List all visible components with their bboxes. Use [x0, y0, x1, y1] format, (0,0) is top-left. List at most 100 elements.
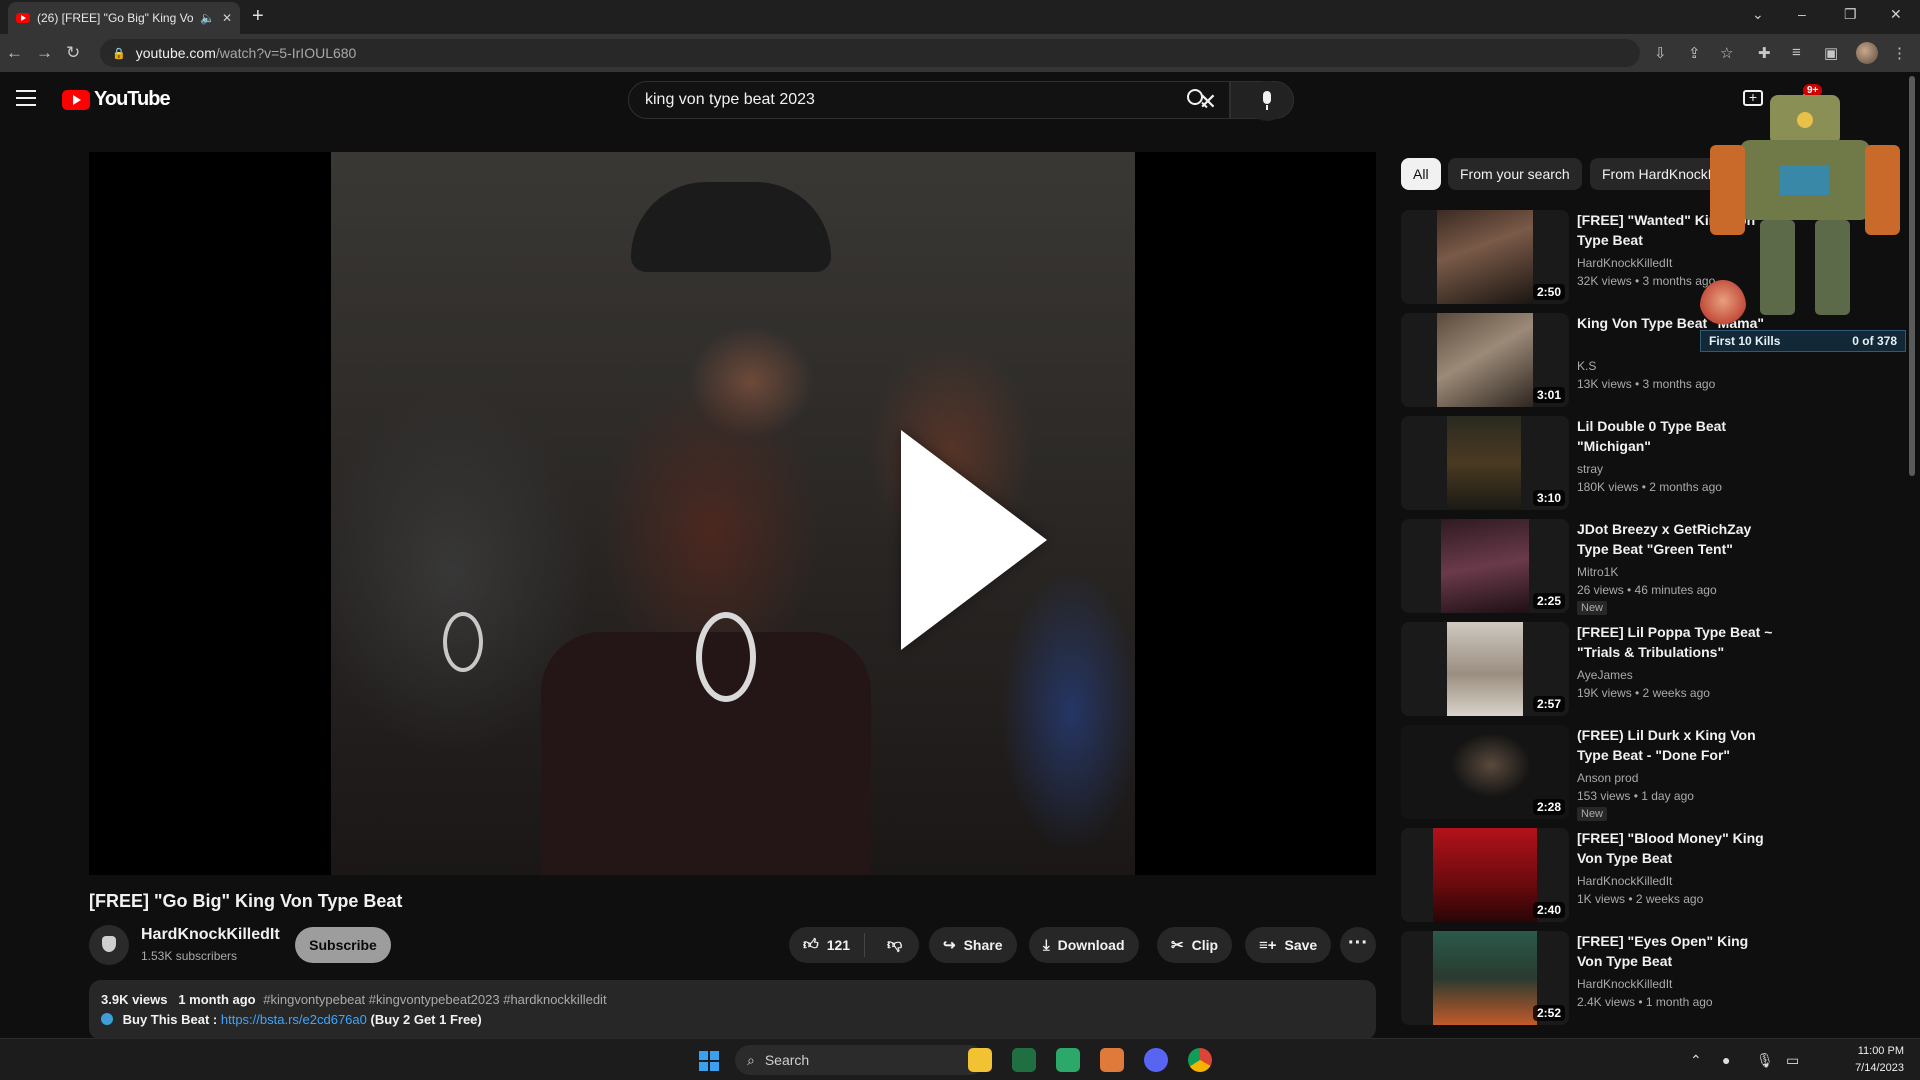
windows-start-icon[interactable] — [699, 1051, 719, 1071]
taskbar-clock[interactable]: 11:00 PM 7/14/2023 — [1818, 1043, 1904, 1077]
page-scrollbar[interactable] — [1909, 76, 1915, 476]
download-label: Download — [1057, 937, 1125, 953]
rec-title: JDot Breezy x GetRichZay Type Beat "Gree… — [1577, 521, 1752, 557]
chip-all[interactable]: All — [1401, 158, 1441, 190]
rec-thumbnail: 3:01 — [1401, 313, 1569, 407]
play-icon[interactable] — [901, 430, 1047, 650]
rec-thumbnail: 2:25 — [1401, 519, 1569, 613]
back-icon[interactable]: ← — [6, 43, 23, 63]
restore-button[interactable]: ❐ — [1844, 6, 1857, 23]
buy-link[interactable]: https://bsta.rs/e2cd676a0 — [221, 1012, 367, 1027]
more-actions-button[interactable]: ··· — [1340, 927, 1376, 963]
list-item[interactable]: 2:40 [FREE] "Blood Money" King Von Type … — [1401, 828, 1781, 924]
rec-meta: 180K views • 2 months ago — [1577, 480, 1722, 494]
achievement-title: First 10 Kills — [1709, 334, 1781, 348]
rec-meta: 2.4K views • 1 month ago — [1577, 995, 1713, 1009]
tab-search-icon[interactable]: ⌄ — [1752, 6, 1764, 23]
game-app-icon[interactable] — [1100, 1048, 1124, 1072]
rec-thumbnail: 2:28 — [1401, 725, 1569, 819]
rec-channel: K.S — [1577, 359, 1597, 373]
duration: 3:10 — [1532, 490, 1565, 506]
duration: 2:28 — [1532, 799, 1565, 815]
list-item[interactable]: 3:10 Lil Double 0 Type Beat "Michigan" s… — [1401, 416, 1781, 512]
excel-icon[interactable] — [1012, 1048, 1036, 1072]
bookmark-star-icon[interactable]: ☆ — [1720, 44, 1733, 62]
youtube-logo[interactable]: YouTube — [62, 88, 171, 111]
share-icon: ↪ — [943, 937, 956, 954]
list-item[interactable]: 2:28 (FREE) Lil Durk x King Von Type Bea… — [1401, 725, 1781, 821]
search-icon — [1187, 89, 1203, 105]
chip-from-your-search[interactable]: From your search — [1448, 158, 1582, 190]
achievement-progress: 0 of 378 — [1852, 334, 1897, 348]
save-label: Save — [1284, 937, 1318, 953]
taskbar-search[interactable]: ⌕ Search — [735, 1045, 985, 1075]
duration: 2:25 — [1532, 593, 1565, 609]
tab-close-icon[interactable]: ✕ — [222, 11, 232, 25]
like-dislike-group: 👍︎ 121 👎︎ — [789, 927, 919, 963]
list-item[interactable]: 2:57 [FREE] Lil Poppa Type Beat ~ "Trial… — [1401, 622, 1781, 718]
network-icon[interactable]: ▭ — [1786, 1052, 1799, 1069]
search-input[interactable]: king von type beat 2023 ✕ — [628, 81, 1230, 119]
store-app-icon[interactable] — [1056, 1048, 1080, 1072]
channel-avatar[interactable] — [89, 925, 129, 965]
thumbs-down-icon: 👎︎ — [887, 936, 903, 953]
install-icon[interactable]: ⇩ — [1654, 44, 1667, 62]
list-item[interactable]: 2:52 [FREE] "Eyes Open" King Von Type Be… — [1401, 931, 1781, 1027]
chrome-icon[interactable] — [1188, 1048, 1212, 1072]
list-item[interactable]: 2:25 JDot Breezy x GetRichZay Type Beat … — [1401, 519, 1781, 615]
rec-channel: HardKnockKilledIt — [1577, 977, 1673, 991]
logo-wordmark: YouTube — [94, 88, 171, 110]
upload-age: 1 month ago — [178, 992, 256, 1007]
download-button[interactable]: ⤓ Download — [1029, 927, 1139, 963]
buy-label: Buy This Beat : — [122, 1012, 218, 1027]
share-label: Share — [963, 937, 1003, 953]
thumbnail-chain-2 — [443, 612, 483, 672]
duration: 3:01 — [1532, 387, 1565, 403]
microphone-icon[interactable]: 🎙︎ — [1756, 1052, 1774, 1069]
reading-list-icon[interactable]: ≡ — [1792, 44, 1801, 61]
description-box[interactable]: 3.9K views 1 month ago #kingvontypebeat … — [89, 980, 1376, 1040]
guide-menu-icon[interactable] — [16, 90, 36, 111]
rec-title: [FREE] "Eyes Open" King Von Type Beat — [1577, 933, 1749, 969]
share-page-icon[interactable]: ⇪ — [1688, 44, 1701, 62]
extensions-icon[interactable]: ✚ — [1758, 44, 1771, 62]
close-window-button[interactable]: ✕ — [1890, 6, 1902, 23]
duration: 2:57 — [1532, 696, 1565, 712]
profile-avatar[interactable] — [1856, 42, 1878, 64]
hashtags[interactable]: #kingvontypebeat #kingvontypebeat2023 #h… — [263, 992, 606, 1007]
clip-button[interactable]: ✂ Clip — [1157, 927, 1233, 963]
new-tab-button[interactable]: + — [252, 6, 264, 26]
rec-meta: 153 views • 1 day ago — [1577, 789, 1694, 803]
rec-meta: 26 views • 46 minutes ago — [1577, 583, 1717, 597]
chrome-menu-icon[interactable]: ⋮ — [1892, 44, 1907, 62]
dislike-button[interactable]: 👎︎ — [873, 936, 916, 954]
tray-app-icon[interactable]: ● — [1722, 1052, 1730, 1068]
address-bar[interactable]: 🔒 youtube.com /watch?v=5-IrIOUL680 — [100, 39, 1640, 67]
voice-search-button[interactable] — [1247, 81, 1287, 121]
rec-channel: AyeJames — [1577, 668, 1633, 682]
reload-icon[interactable]: ↻ — [66, 43, 80, 63]
url-host: youtube.com — [135, 45, 216, 61]
share-button[interactable]: ↪ Share — [929, 927, 1017, 963]
achievement-avatar — [1700, 280, 1746, 332]
subscribe-button[interactable]: Subscribe — [295, 927, 391, 963]
channel-name[interactable]: HardKnockKilledIt — [141, 926, 280, 944]
like-button[interactable]: 👍︎ 121 — [789, 933, 866, 957]
globe-icon — [101, 1013, 113, 1025]
forward-icon[interactable]: → — [36, 43, 53, 63]
discord-icon[interactable] — [1144, 1048, 1168, 1072]
minimize-button[interactable]: – — [1798, 6, 1806, 22]
browser-tab[interactable]: (26) [FREE] "Go Big" King Vo 🔈 ✕ — [8, 2, 240, 34]
taskbar: ⌕ Search ⌃ ● 🎙︎ ▭ 🔊 11:00 PM 7/14/2023 — [0, 1038, 1920, 1080]
browser-tab-strip: (26) [FREE] "Go Big" King Vo 🔈 ✕ + ⌄ – ❐… — [0, 0, 1920, 34]
speaker-icon[interactable]: 🔈 — [200, 11, 215, 25]
duration: 2:50 — [1532, 284, 1565, 300]
clock-date: 7/14/2023 — [1855, 1062, 1904, 1074]
file-explorer-icon[interactable] — [968, 1048, 992, 1072]
tray-chevron-icon[interactable]: ⌃ — [1690, 1052, 1702, 1069]
rec-channel: stray — [1577, 462, 1604, 476]
rec-title: [FREE] Lil Poppa Type Beat ~ "Trials & T… — [1577, 624, 1773, 660]
side-panel-icon[interactable]: ▣ — [1824, 44, 1838, 62]
save-button[interactable]: ≡+ Save — [1245, 927, 1332, 963]
rec-meta: 13K views • 3 months ago — [1577, 377, 1716, 391]
